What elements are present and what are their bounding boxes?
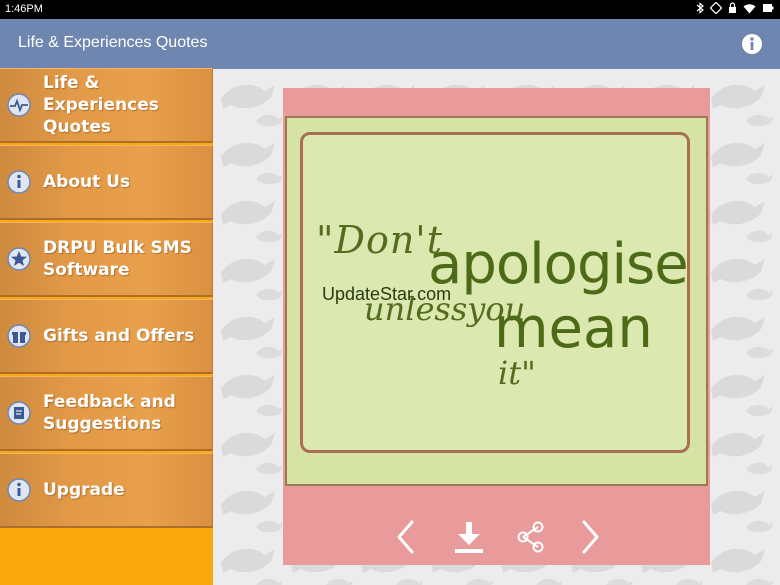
quote-line-1: "Don't	[316, 218, 444, 262]
rotation-icon	[710, 2, 722, 14]
chevron-right-icon[interactable]	[572, 518, 606, 556]
info-icon	[7, 170, 31, 194]
status-time: 1:46PM	[5, 3, 43, 15]
star-icon	[7, 247, 31, 271]
drawer-item-quotes[interactable]: Life & Experiences Quotes	[0, 68, 213, 143]
watermark-text: UpdateStar.com	[322, 284, 452, 304]
status-bar: 1:46PM	[0, 0, 780, 19]
battery-icon	[763, 4, 774, 12]
quote-line-2: apologise	[428, 232, 689, 297]
pulse-icon	[7, 93, 31, 117]
drawer-item-label: About Us	[43, 172, 131, 192]
wifi-icon	[743, 3, 756, 13]
gift-icon	[7, 324, 31, 348]
drawer-item-label: DRPU Bulk SMS Software	[43, 238, 192, 280]
chevron-left-icon[interactable]	[390, 518, 424, 556]
drawer-item-gifts-offers[interactable]: Gifts and Offers	[0, 299, 213, 374]
drawer-item-label: Gifts and Offers	[43, 326, 195, 346]
quote-line-4: mean	[494, 296, 653, 361]
drawer-item-about-us[interactable]: About Us	[0, 145, 213, 220]
info-icon	[7, 478, 31, 502]
feedback-icon	[7, 401, 31, 425]
drawer-item-feedback[interactable]: Feedback and Suggestions	[0, 376, 213, 451]
drawer-item-bulk-sms[interactable]: DRPU Bulk SMS Software	[0, 222, 213, 297]
drawer-item-label: Feedback and Suggestions	[43, 392, 176, 434]
quote-line-5: it"	[498, 354, 536, 392]
status-icons	[696, 2, 774, 14]
app-bar: Life & Experiences Quotes	[0, 19, 780, 69]
drawer-item-label: Life & Experiences Quotes	[43, 73, 159, 137]
drawer-item-label: Upgrade	[43, 480, 125, 500]
info-icon[interactable]	[741, 33, 763, 55]
app-title: Life & Experiences Quotes	[18, 34, 208, 51]
share-icon[interactable]	[514, 518, 548, 556]
lock-icon	[729, 2, 736, 13]
download-icon[interactable]	[452, 518, 486, 556]
bluetooth-icon	[696, 2, 704, 14]
drawer-item-upgrade[interactable]: Upgrade	[0, 453, 213, 528]
